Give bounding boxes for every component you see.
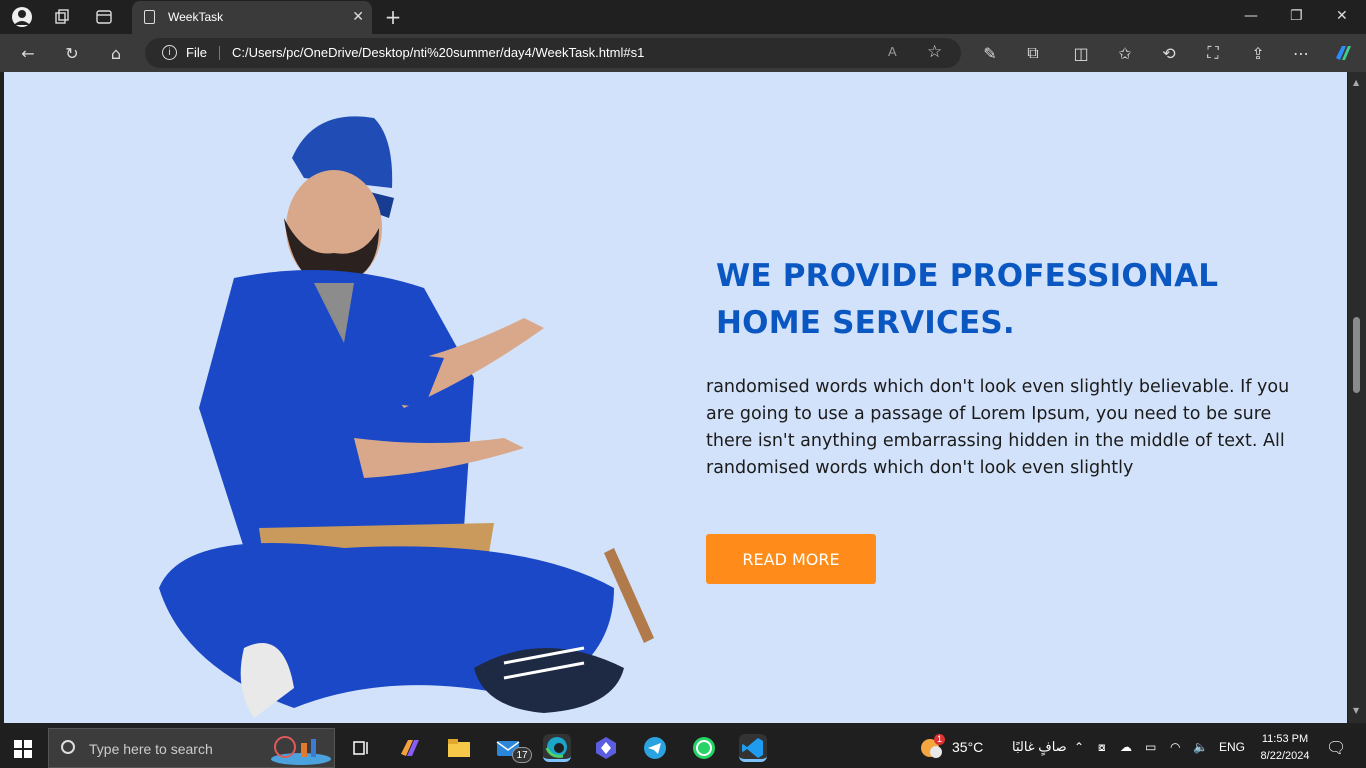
wifi-icon[interactable]: ◠ xyxy=(1170,740,1180,754)
hero-description: randomised words which don't look even s… xyxy=(706,377,1290,478)
input-language[interactable]: ENG xyxy=(1219,740,1245,754)
copilot-icon[interactable] xyxy=(1332,42,1354,64)
notifications-icon[interactable]: 🗨 xyxy=(1326,738,1346,758)
weather-temperature: 35°C xyxy=(952,739,984,755)
file-explorer-icon[interactable] xyxy=(445,734,473,762)
site-info-icon[interactable]: i xyxy=(162,45,177,60)
windows-taskbar: Type here to search 17 1 35°C صافٍ غالبً xyxy=(0,728,1366,768)
address-separator xyxy=(219,46,220,60)
vscode-icon[interactable] xyxy=(739,734,767,762)
search-highlight-icon xyxy=(271,736,331,765)
minimize-icon[interactable]: — xyxy=(1244,8,1258,24)
tab-title: WeekTask xyxy=(168,10,224,24)
new-tab-icon[interactable]: + xyxy=(382,5,404,29)
scroll-down-icon[interactable]: ▼ xyxy=(1353,706,1359,715)
whatsapp-icon[interactable] xyxy=(690,734,718,762)
workspaces-icon[interactable] xyxy=(51,6,73,28)
tab-weektask[interactable]: WeekTask ✕ xyxy=(132,1,372,34)
weather-condition: صافٍ غالبًا xyxy=(1012,739,1067,754)
scroll-up-icon[interactable]: ▲ xyxy=(1353,78,1359,87)
search-placeholder: Type here to search xyxy=(89,741,213,757)
close-window-icon[interactable]: ✕ xyxy=(1336,8,1348,24)
clock-time: 11:53 PM xyxy=(1261,733,1309,745)
favorite-star-icon[interactable]: ☆ xyxy=(927,42,942,62)
address-scheme: File xyxy=(186,45,207,60)
telegram-icon[interactable] xyxy=(641,734,669,762)
home-icon[interactable]: ⌂ xyxy=(105,42,127,64)
page-scrollbar[interactable]: ▲ ▼ xyxy=(1348,72,1366,723)
read-more-button[interactable]: READ MORE xyxy=(706,534,876,584)
edge-browser-icon[interactable] xyxy=(543,734,571,762)
taskbar-search[interactable]: Type here to search xyxy=(48,728,335,768)
url-text[interactable]: C:/Users/pc/OneDrive/Desktop/nti%20summe… xyxy=(232,45,644,60)
page-icon xyxy=(144,10,155,24)
tab-actions-icon[interactable] xyxy=(93,6,115,28)
battery-icon[interactable]: ▭ xyxy=(1145,740,1156,754)
clock-date: 8/22/2024 xyxy=(1260,750,1310,762)
mail-unread-badge: 17 xyxy=(512,747,532,763)
more-menu-icon[interactable]: ⋯ xyxy=(1290,42,1312,64)
address-bar[interactable]: i File C:/Users/pc/OneDrive/Desktop/nti%… xyxy=(145,38,961,68)
close-tab-icon[interactable]: ✕ xyxy=(352,9,364,25)
volume-icon[interactable]: 🔈 xyxy=(1193,740,1208,754)
screenshot-icon[interactable]: ⛶ xyxy=(1202,42,1224,64)
read-aloud-icon[interactable]: A xyxy=(888,44,897,59)
system-clock[interactable]: 11:53 PM 8/22/2024 xyxy=(1250,731,1320,765)
split-screen-icon[interactable]: ◫ xyxy=(1070,42,1092,64)
share-icon[interactable]: ⇪ xyxy=(1247,42,1269,64)
browser-tab-strip: WeekTask ✕ + — ❐ ✕ xyxy=(0,0,1366,34)
extension-dropper-icon[interactable]: ✎ xyxy=(979,42,1001,64)
task-view-icon[interactable] xyxy=(347,734,375,762)
favorites-icon[interactable]: ✩ xyxy=(1114,42,1136,64)
history-icon[interactable]: ⟲ xyxy=(1158,42,1180,64)
meet-now-icon[interactable]: ⧇ xyxy=(1098,740,1106,755)
profile-avatar-icon[interactable] xyxy=(11,6,33,28)
windows-start-icon[interactable] xyxy=(14,740,32,758)
refresh-icon[interactable]: ↻ xyxy=(61,42,83,64)
page-hero-section: WE PROVIDE PROFESSIONAL HOME SERVICES. r… xyxy=(4,72,1347,723)
copilot-app-icon[interactable] xyxy=(396,734,424,762)
back-icon[interactable]: ← xyxy=(17,42,39,64)
onedrive-icon[interactable]: ☁ xyxy=(1120,740,1132,754)
plumber-worker-image xyxy=(159,116,654,718)
extensions-icon[interactable]: ⧉ xyxy=(1022,42,1044,64)
weather-badge: 1 xyxy=(934,734,945,745)
scrollbar-thumb[interactable] xyxy=(1353,317,1360,393)
restore-icon[interactable]: ❐ xyxy=(1290,8,1303,24)
copilot-pro-icon[interactable] xyxy=(592,734,620,762)
search-icon xyxy=(61,740,75,754)
hero-headline: WE PROVIDE PROFESSIONAL HOME SERVICES. xyxy=(716,258,1219,341)
browser-toolbar: ← ↻ ⌂ i File C:/Users/pc/OneDrive/Deskto… xyxy=(0,34,1366,72)
show-hidden-icons-icon[interactable]: ⌃ xyxy=(1074,740,1084,754)
